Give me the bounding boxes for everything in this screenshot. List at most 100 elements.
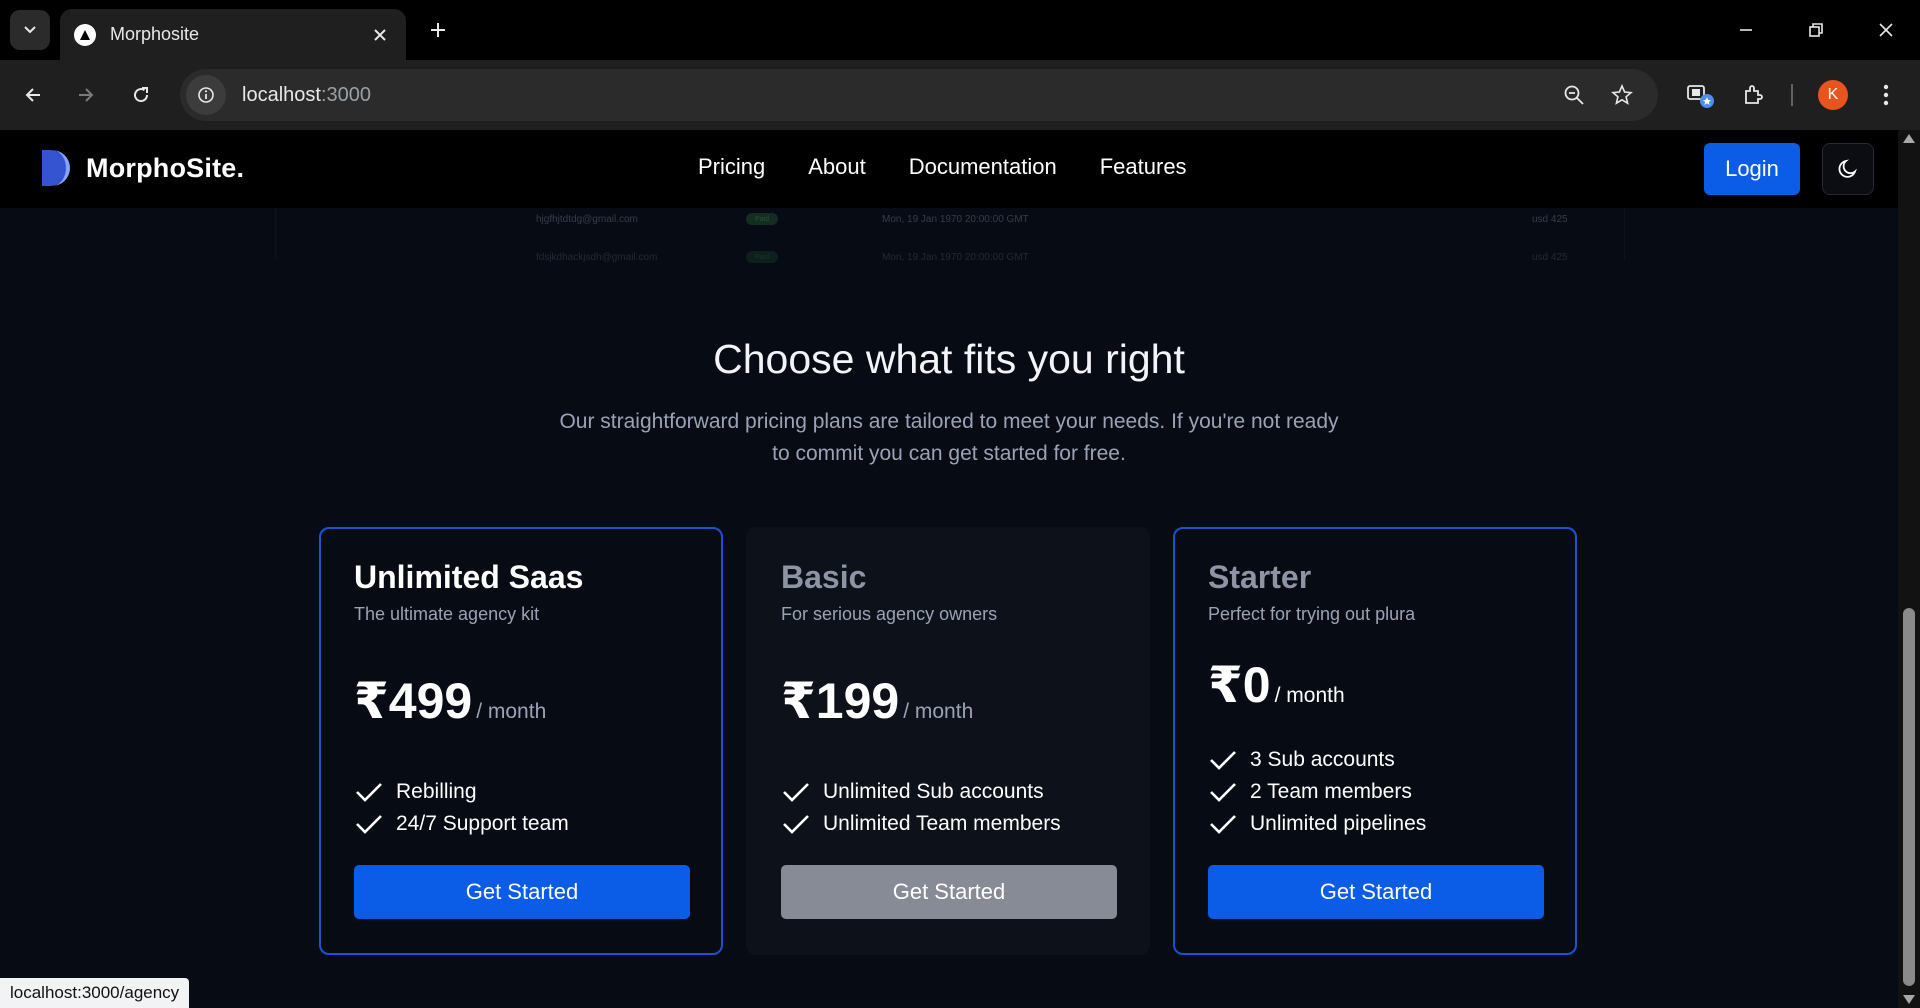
page-scrollbar[interactable] — [1898, 130, 1920, 1008]
plan-card-starter: Starter Perfect for trying out plura ₹0 … — [1173, 527, 1577, 955]
preview-row: fdsjkdhackjsdh@gmail.com Paid Mon, 19 Ja… — [536, 251, 1592, 263]
plan-feature-text: 2 Team members — [1250, 780, 1412, 803]
plan-description: For serious agency owners — [781, 604, 998, 624]
tab-title: Morphosite — [110, 24, 200, 44]
site-header: MorphoSite. Pricing About Documentation … — [0, 130, 1898, 208]
plan-price: ₹0 / month — [1208, 656, 1345, 714]
back-arrow-icon[interactable] — [15, 77, 51, 113]
plan-price-amount: ₹499 — [354, 673, 473, 729]
plan-price-period: / month — [1274, 684, 1345, 707]
check-icon — [1210, 783, 1236, 802]
plan-price-period: / month — [476, 700, 547, 723]
forward-arrow-icon[interactable] — [68, 77, 104, 113]
address-bar[interactable]: localhost:3000 — [180, 69, 1658, 121]
scroll-down-arrow-icon[interactable] — [1903, 995, 1915, 1004]
pricing-title: Choose what fits you right — [713, 336, 1185, 382]
site-logo[interactable]: MorphoSite. — [40, 148, 244, 188]
plan-feature-text: 24/7 Support team — [396, 812, 569, 835]
url-host: localhost — [242, 83, 321, 106]
plan-feature-text: Unlimited pipelines — [1250, 812, 1427, 835]
preview-date: Mon, 19 Jan 1970 20:00:00 GMT — [882, 251, 1029, 263]
nav-pricing[interactable]: Pricing — [698, 154, 765, 180]
check-icon — [783, 815, 809, 834]
logo-mark-icon — [42, 150, 70, 186]
browser-menu-icon[interactable] — [1868, 77, 1904, 113]
plan-feature: Unlimited Team members — [781, 808, 1061, 840]
browser-tab-morphosite[interactable]: Morphosite — [60, 9, 406, 60]
page-viewport: hjgfhjtdtdg@gmail.com Paid Mon, 19 Jan 1… — [0, 130, 1898, 1008]
site-info-icon[interactable] — [186, 75, 226, 115]
preview-email: hjgfhjtdtdg@gmail.com — [536, 213, 638, 225]
minimize-icon[interactable] — [1728, 12, 1764, 48]
scroll-up-arrow-icon[interactable] — [1903, 134, 1915, 143]
triangle-favicon-icon — [74, 23, 96, 46]
plan-feature-text: Rebilling — [396, 780, 477, 803]
browser-tab-bar: Morphosite — [0, 0, 1920, 60]
pricing-subtitle: Our straightforward pricing plans are ta… — [559, 410, 1339, 465]
preview-status-badge: Paid — [746, 251, 778, 263]
plan-description: The ultimate agency kit — [354, 604, 540, 624]
preview-row: hjgfhjtdtdg@gmail.com Paid Mon, 19 Jan 1… — [536, 213, 1592, 225]
plan-feature-text: 3 Sub accounts — [1250, 748, 1395, 771]
logo-text: MorphoSite. — [86, 152, 245, 183]
browser-toolbar: localhost:3000 K — [0, 60, 1920, 130]
get-started-button[interactable]: Get Started — [354, 865, 690, 919]
extensions-puzzle-icon[interactable] — [1736, 77, 1772, 113]
close-window-icon[interactable] — [1868, 12, 1904, 48]
preview-status-badge: Paid — [746, 213, 778, 225]
preview-amount: usd 425 — [1532, 213, 1568, 225]
bookmark-star-icon[interactable] — [1604, 77, 1640, 113]
restore-icon[interactable] — [1798, 12, 1834, 48]
close-tab-icon[interactable] — [368, 23, 392, 47]
preview-date: Mon, 19 Jan 1970 20:00:00 GMT — [882, 213, 1029, 225]
plan-price: ₹499 / month — [354, 672, 546, 730]
url-text: localhost:3000 — [242, 84, 371, 107]
plan-price: ₹199 / month — [781, 672, 973, 730]
moon-icon — [1838, 159, 1857, 178]
plan-card-basic: Basic For serious agency owners ₹199 / m… — [746, 527, 1150, 955]
check-icon — [356, 783, 382, 802]
new-tab-plus-icon[interactable] — [420, 12, 456, 48]
plan-title: Unlimited Saas — [354, 559, 584, 595]
plan-card-unlimited-saas: Unlimited Saas The ultimate agency kit ₹… — [319, 527, 723, 955]
check-icon — [1210, 815, 1236, 834]
chevron-down-icon — [24, 26, 36, 34]
check-icon — [783, 783, 809, 802]
reload-icon[interactable] — [123, 77, 159, 113]
get-started-button[interactable]: Get Started — [781, 865, 1117, 919]
plan-feature: 3 Sub accounts — [1208, 744, 1426, 776]
nav-documentation[interactable]: Documentation — [909, 154, 1057, 180]
plan-feature-list: 3 Sub accounts 2 Team members Unlimited … — [1208, 744, 1426, 840]
plan-feature: Unlimited pipelines — [1208, 808, 1426, 840]
plan-description: Perfect for trying out plura — [1208, 604, 1416, 624]
nav-about[interactable]: About — [808, 154, 866, 180]
plan-feature-text: Unlimited Team members — [823, 812, 1061, 835]
plan-price-amount: ₹199 — [781, 673, 900, 729]
plan-title: Basic — [781, 559, 867, 595]
plan-feature-list: Rebilling 24/7 Support team — [354, 776, 569, 840]
check-icon — [356, 815, 382, 834]
plan-price-period: / month — [903, 700, 974, 723]
plan-feature: 2 Team members — [1208, 776, 1426, 808]
plan-feature-list: Unlimited Sub accounts Unlimited Team me… — [781, 776, 1061, 840]
plan-feature-text: Unlimited Sub accounts — [823, 780, 1044, 803]
plan-feature: Rebilling — [354, 776, 569, 808]
link-status-bar: localhost:3000/agency — [0, 978, 190, 1008]
url-port: :3000 — [320, 83, 371, 106]
get-started-button[interactable]: Get Started — [1208, 865, 1544, 919]
tab-groups-icon[interactable] — [1682, 77, 1718, 113]
theme-toggle-button[interactable] — [1822, 143, 1874, 195]
login-button[interactable]: Login — [1704, 143, 1800, 195]
nav-features[interactable]: Features — [1100, 154, 1187, 180]
zoom-out-icon[interactable] — [1556, 77, 1592, 113]
check-icon — [1210, 751, 1236, 770]
plan-feature: 24/7 Support team — [354, 808, 569, 840]
toolbar-separator — [1791, 84, 1793, 106]
profile-avatar[interactable]: K — [1818, 80, 1848, 110]
tab-search-button[interactable] — [10, 10, 50, 50]
preview-email: fdsjkdhackjsdh@gmail.com — [536, 251, 658, 263]
plan-feature: Unlimited Sub accounts — [781, 776, 1061, 808]
scrollbar-thumb[interactable] — [1903, 608, 1915, 986]
main-nav: Pricing About Documentation Features — [698, 154, 1187, 180]
plan-price-amount: ₹0 — [1208, 657, 1271, 713]
